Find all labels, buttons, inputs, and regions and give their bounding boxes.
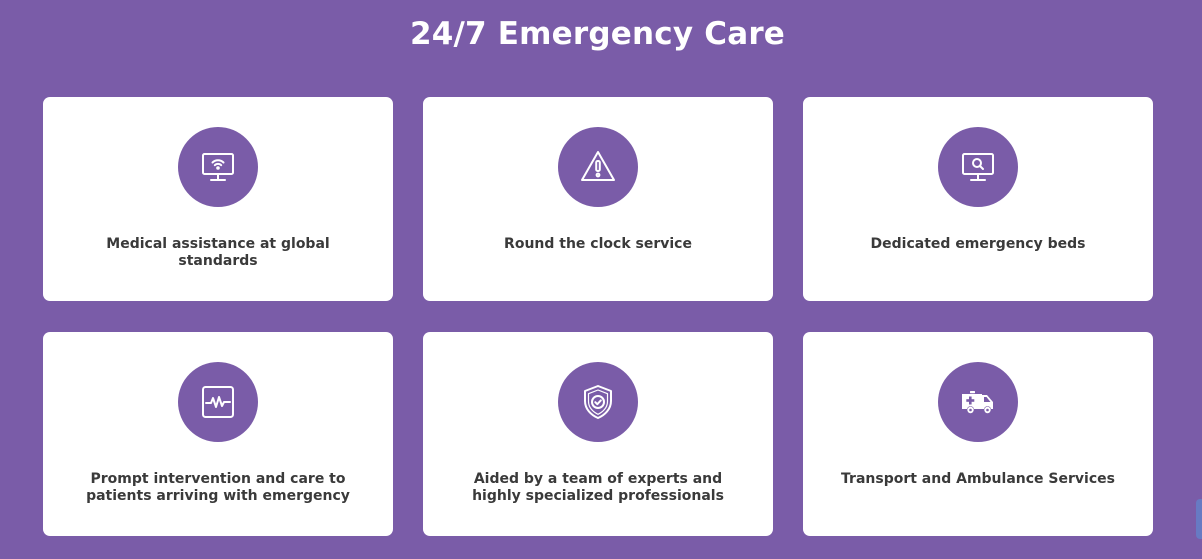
icon-circle [938, 127, 1018, 207]
heart-monitor-icon [202, 386, 234, 418]
service-label: Transport and Ambulance Services [841, 471, 1115, 487]
page-title: 24/7 Emergency Care [409, 16, 786, 52]
service-label: Dedicated emergency beds [870, 236, 1086, 252]
service-card-team-of-experts: Aided by a team of experts and highly sp… [423, 332, 773, 536]
service-card-emergency-beds: Dedicated emergency beds [803, 97, 1153, 301]
service-label: Prompt intervention and care to patients… [86, 471, 350, 504]
services-grid: Medical assistance at global standards R… [43, 97, 1153, 536]
service-card-round-the-clock: Round the clock service [423, 97, 773, 301]
monitor-search-icon [962, 153, 994, 181]
chat-widget-edge[interactable] [1196, 499, 1202, 539]
icon-circle [178, 362, 258, 442]
service-card-prompt-intervention: Prompt intervention and care to patients… [43, 332, 393, 536]
ambulance-icon [962, 391, 993, 414]
warning-triangle-icon [581, 151, 615, 181]
icon-circle [558, 127, 638, 207]
service-card-medical-assistance: Medical assistance at global standards [43, 97, 393, 301]
service-card-transport-ambulance: Transport and Ambulance Services [803, 332, 1153, 536]
icon-circle [938, 362, 1018, 442]
icon-circle [558, 362, 638, 442]
monitor-wifi-icon [202, 153, 234, 181]
service-label: Medical assistance at global standards [106, 236, 330, 269]
icon-circle [178, 127, 258, 207]
shield-check-icon [584, 385, 612, 419]
service-label: Aided by a team of experts and highly sp… [472, 471, 724, 504]
service-label: Round the clock service [504, 236, 692, 252]
